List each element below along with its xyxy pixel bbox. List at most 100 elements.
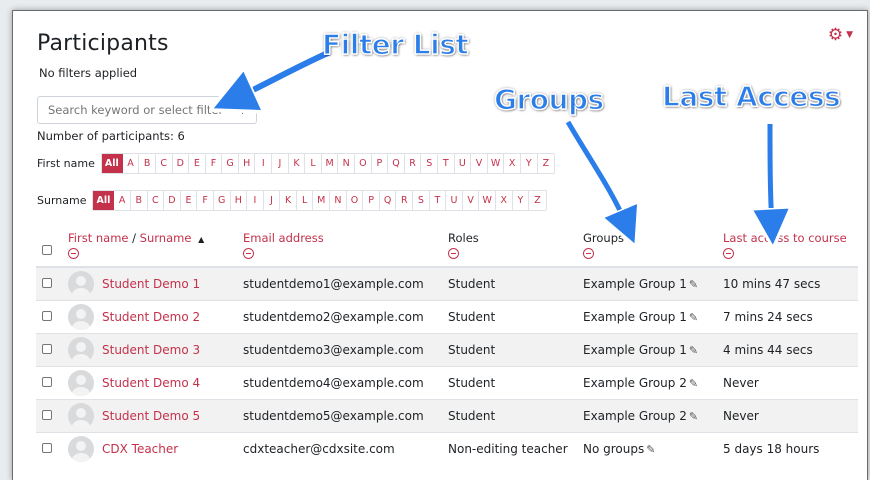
sort-email[interactable]: Email address xyxy=(243,231,324,245)
groups-header: Groups xyxy=(583,231,625,245)
surname-letter-all[interactable]: All xyxy=(93,191,115,210)
sort-last-access[interactable]: Last access to course xyxy=(723,231,847,245)
surname-letter-k[interactable]: K xyxy=(280,191,297,210)
minus-circle-icon[interactable] xyxy=(243,248,254,259)
last-access: Never xyxy=(717,365,858,399)
first-name-letter-h[interactable]: H xyxy=(239,154,256,173)
user-link[interactable]: Student Demo 1 xyxy=(68,270,231,297)
first-name-letter-w[interactable]: W xyxy=(488,154,505,173)
row-checkbox[interactable] xyxy=(42,277,52,288)
surname-letter-b[interactable]: B xyxy=(131,191,148,210)
user-email: cdxteacher@cdxsite.com xyxy=(237,431,442,465)
first-name-letter-n[interactable]: N xyxy=(338,154,356,173)
sort-surname[interactable]: Surname xyxy=(140,231,192,245)
first-name-letter-q[interactable]: Q xyxy=(388,154,405,173)
pencil-icon[interactable]: ✎ xyxy=(689,377,698,390)
surname-letter-g[interactable]: G xyxy=(214,191,231,210)
pencil-icon[interactable]: ✎ xyxy=(689,311,698,324)
surname-letter-v[interactable]: V xyxy=(463,191,480,210)
user-avatar-icon xyxy=(68,336,94,363)
surname-letter-d[interactable]: D xyxy=(164,191,181,210)
settings-menu[interactable]: ⚙ ▼ xyxy=(828,25,853,45)
surname-letter-z[interactable]: Z xyxy=(529,191,546,210)
first-name-letter-g[interactable]: G xyxy=(222,154,239,173)
user-link[interactable]: Student Demo 5 xyxy=(68,402,231,429)
table-row: Student Demo 4 studentdemo4@example.com St… xyxy=(36,365,858,399)
row-checkbox[interactable] xyxy=(42,409,52,420)
surname-letter-t[interactable]: T xyxy=(430,191,447,210)
pencil-icon[interactable]: ✎ xyxy=(689,344,698,357)
first-name-letter-r[interactable]: R xyxy=(405,154,422,173)
pencil-icon[interactable]: ✎ xyxy=(689,278,698,291)
first-name-filter-label: First name xyxy=(37,157,95,170)
surname-letter-s[interactable]: S xyxy=(413,191,430,210)
first-name-letter-a[interactable]: A xyxy=(123,154,140,173)
surname-letter-f[interactable]: F xyxy=(197,191,214,210)
surname-letter-y[interactable]: Y xyxy=(513,191,530,210)
minus-circle-icon[interactable] xyxy=(448,248,459,259)
surname-letter-h[interactable]: H xyxy=(231,191,248,210)
user-name: Student Demo 4 xyxy=(102,375,201,390)
first-name-letter-b[interactable]: B xyxy=(139,154,156,173)
user-name: Student Demo 3 xyxy=(102,342,201,357)
first-name-letter-all[interactable]: All xyxy=(101,154,123,173)
first-name-letter-y[interactable]: Y xyxy=(521,154,538,173)
first-name-letter-t[interactable]: T xyxy=(438,154,455,173)
surname-letter-bar: All A B C D E F G H I J K L M N O P Q R S T U V W X Y Z xyxy=(92,190,547,211)
search-dropdown-icon[interactable]: ▼ xyxy=(239,106,246,116)
surname-letter-q[interactable]: Q xyxy=(380,191,397,210)
table-header-row: First name / Surname ▲ Email address Rol… xyxy=(36,227,858,268)
surname-letter-n[interactable]: N xyxy=(330,191,347,210)
row-checkbox[interactable] xyxy=(42,310,52,321)
user-link[interactable]: CDX Teacher xyxy=(68,435,231,462)
surname-letter-o[interactable]: O xyxy=(347,191,364,210)
surname-letter-i[interactable]: I xyxy=(247,191,264,210)
page-title: Participants xyxy=(37,31,169,56)
surname-letter-r[interactable]: R xyxy=(396,191,414,210)
pencil-icon[interactable]: ✎ xyxy=(689,410,698,423)
surname-letter-e[interactable]: E xyxy=(181,191,198,210)
first-name-letter-m[interactable]: M xyxy=(322,154,339,173)
surname-letter-u[interactable]: U xyxy=(446,191,463,210)
first-name-letter-f[interactable]: F xyxy=(206,154,223,173)
surname-letter-p[interactable]: P xyxy=(363,191,380,210)
pencil-icon[interactable]: ✎ xyxy=(646,443,655,456)
table-row: CDX Teacher cdxteacher@cdxsite.com Non-edi… xyxy=(36,431,858,465)
surname-letter-j[interactable]: J xyxy=(264,191,281,210)
row-checkbox[interactable] xyxy=(42,376,52,387)
sort-first-name[interactable]: First name xyxy=(68,231,128,245)
surname-letter-a[interactable]: A xyxy=(114,191,131,210)
minus-circle-icon[interactable] xyxy=(723,248,734,259)
first-name-letter-u[interactable]: U xyxy=(455,154,472,173)
first-name-letter-j[interactable]: J xyxy=(272,154,289,173)
row-checkbox[interactable] xyxy=(42,442,52,453)
surname-letter-x[interactable]: X xyxy=(496,191,513,210)
surname-letter-w[interactable]: W xyxy=(479,191,497,210)
user-email: studentdemo2@example.com xyxy=(237,299,442,333)
first-name-letter-e[interactable]: E xyxy=(189,154,206,173)
first-name-letter-x[interactable]: X xyxy=(504,154,521,173)
first-name-letter-s[interactable]: S xyxy=(421,154,438,173)
search-input[interactable] xyxy=(37,96,257,124)
user-link[interactable]: Student Demo 4 xyxy=(68,369,231,396)
minus-circle-icon[interactable] xyxy=(68,248,79,259)
minus-circle-icon[interactable] xyxy=(583,248,594,259)
user-link[interactable]: Student Demo 2 xyxy=(68,303,231,330)
surname-letter-m[interactable]: M xyxy=(313,191,331,210)
first-name-letter-c[interactable]: C xyxy=(156,154,173,173)
row-checkbox[interactable] xyxy=(42,343,52,354)
surname-letter-l[interactable]: L xyxy=(297,191,314,210)
user-groups: Example Group 2 ✎ xyxy=(577,398,717,432)
first-name-letter-d[interactable]: D xyxy=(173,154,190,173)
annotation-last-access: Last Access xyxy=(661,79,841,114)
first-name-letter-v[interactable]: V xyxy=(471,154,488,173)
first-name-letter-p[interactable]: P xyxy=(372,154,389,173)
first-name-letter-l[interactable]: L xyxy=(305,154,322,173)
first-name-letter-o[interactable]: O xyxy=(355,154,372,173)
first-name-letter-k[interactable]: K xyxy=(289,154,306,173)
first-name-letter-i[interactable]: I xyxy=(255,154,273,173)
surname-letter-c[interactable]: C xyxy=(148,191,165,210)
select-all-checkbox[interactable] xyxy=(42,245,52,255)
first-name-letter-z[interactable]: Z xyxy=(538,154,555,173)
user-link[interactable]: Student Demo 3 xyxy=(68,336,231,363)
